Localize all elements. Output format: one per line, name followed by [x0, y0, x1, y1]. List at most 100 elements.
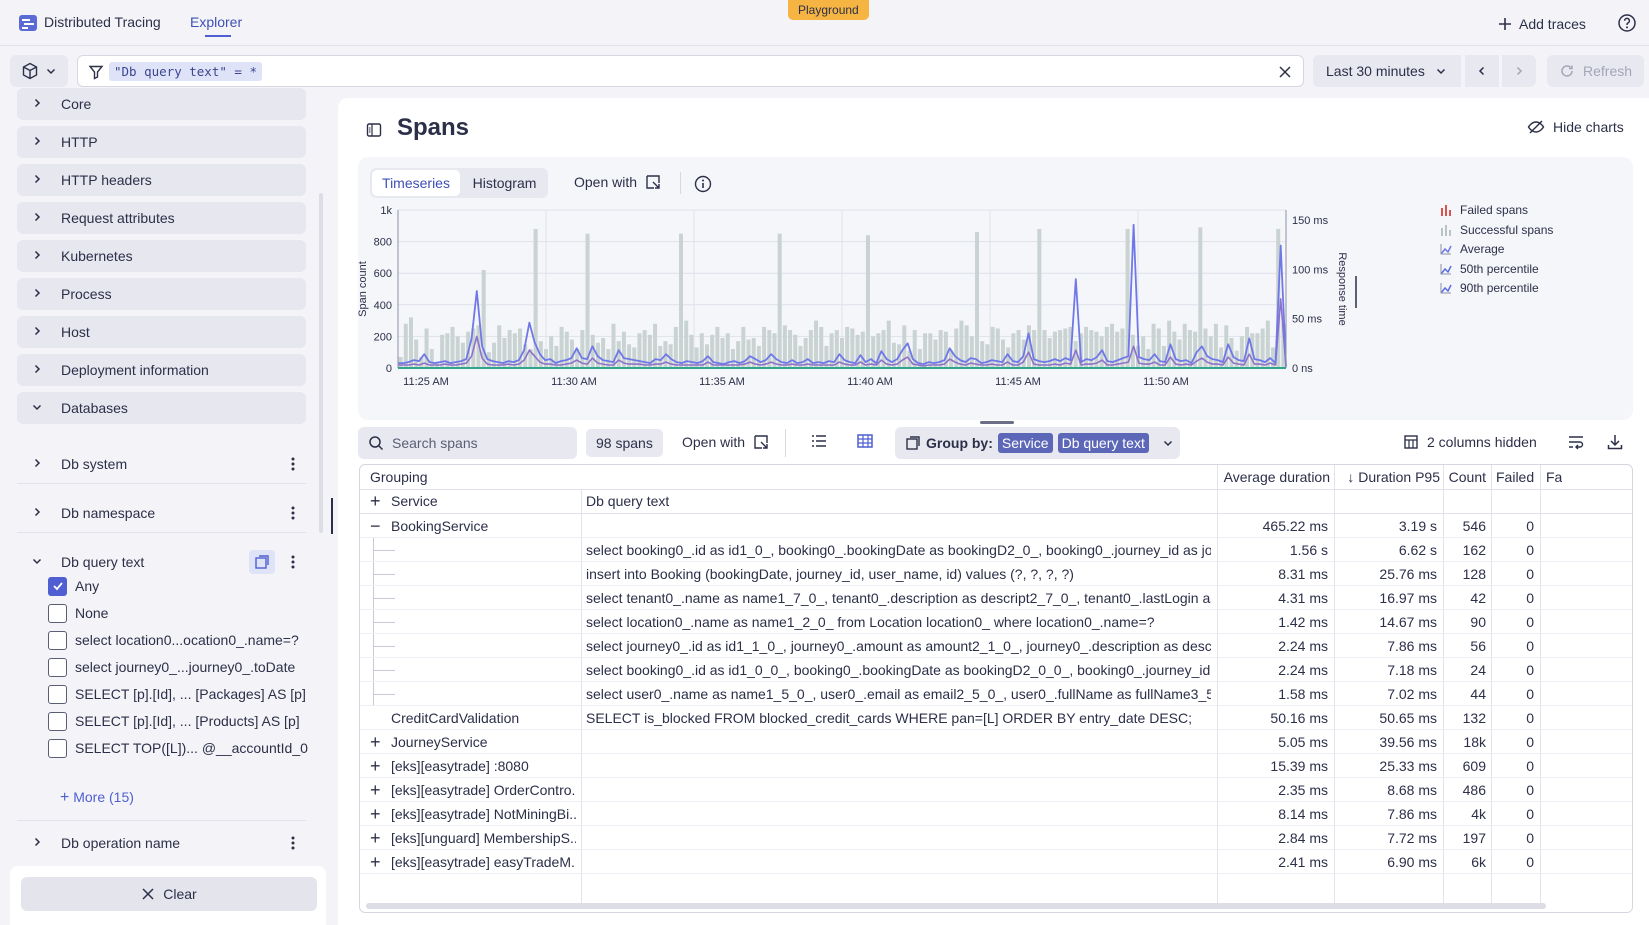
table-row[interactable]: select tenant0_.name as name1_7_0_, tena… — [360, 586, 1632, 610]
expand-icon[interactable]: + — [370, 754, 388, 778]
group-by-chip-service[interactable]: Service — [997, 433, 1053, 453]
table-row[interactable]: select booking0_.id as id1_0_, booking0_… — [360, 538, 1632, 562]
legend-item[interactable]: Successful spans — [1440, 223, 1553, 237]
expand-icon[interactable]: + — [370, 730, 388, 754]
column-header-fa[interactable]: Fa — [1546, 465, 1562, 490]
db-query-option[interactable]: Any — [48, 574, 99, 598]
legend-item[interactable]: Average — [1440, 242, 1504, 256]
table-row[interactable]: CreditCardValidation SELECT is_blocked FR… — [360, 706, 1632, 730]
table-row[interactable]: + JourneyService 5.05 ms 39.56 ms 18k 0 — [360, 730, 1632, 754]
db-query-option[interactable]: SELECT [p].[Id], ... [Products] AS [p] — [48, 709, 300, 733]
next-timeframe-button[interactable] — [1502, 55, 1536, 87]
db-query-option[interactable]: SELECT TOP([L])... @__accountId_0 — [48, 736, 308, 760]
tab-explorer[interactable]: Explorer — [190, 14, 242, 30]
column-header-db-query-text[interactable]: Db query text — [586, 489, 669, 514]
close-icon[interactable] — [1277, 64, 1293, 80]
expand-icon[interactable]: + — [370, 850, 388, 874]
checkbox[interactable] — [48, 711, 67, 731]
table-row[interactable]: − BookingService 465.22 ms 3.19 s 546 0 — [360, 514, 1632, 538]
table-row[interactable]: + [eks][unguard] MembershipS... 2.84 ms 7.7… — [360, 826, 1632, 850]
column-header-count[interactable]: Count — [1446, 465, 1486, 490]
expand-icon[interactable]: + — [370, 802, 388, 826]
filter-field[interactable]: "Db query text" = * — [77, 55, 1304, 87]
table-row[interactable]: select booking0_.id as id1_0_0_, booking… — [360, 658, 1632, 682]
column-header-average-duration[interactable]: Average duration — [1218, 465, 1330, 490]
expand-icon[interactable]: + — [370, 778, 388, 802]
table-row[interactable]: select journey0_.id as id1_1_0_, journey… — [360, 634, 1632, 658]
search-spans-box[interactable] — [358, 427, 577, 459]
toggle-sidebar-icon[interactable] — [366, 122, 382, 138]
facet-db-system[interactable]: Db system — [17, 444, 306, 484]
db-query-option[interactable]: select location0...ocation0_.name=? — [48, 628, 299, 652]
add-traces-button[interactable]: Add traces — [1497, 13, 1586, 35]
facet-group-request-attributes[interactable]: Request attributes — [17, 202, 306, 234]
facet-group-core[interactable]: Core — [17, 88, 306, 120]
db-query-option[interactable]: None — [48, 601, 108, 625]
table-view-icon[interactable] — [856, 432, 874, 450]
column-header-failed[interactable]: Failed — [1496, 465, 1534, 490]
more-options-icon[interactable] — [289, 835, 297, 851]
facet-group-kubernetes[interactable]: Kubernetes — [17, 240, 306, 272]
legend-item[interactable]: 50th percentile — [1440, 262, 1539, 276]
filter-query-chip[interactable]: "Db query text" = * — [109, 62, 262, 81]
group-by-chip-db-query-text[interactable]: Db query text — [1057, 433, 1149, 453]
column-header-duration-p95[interactable]: ↓ Duration P95 — [1336, 465, 1440, 490]
table-row[interactable]: select user0_.name as name1_5_0_, user0_… — [360, 682, 1632, 706]
more-options-icon[interactable] — [289, 505, 297, 521]
table-row[interactable]: + [eks][easytrade] :8080 15.39 ms 25.33 ms 6… — [360, 754, 1632, 778]
help-icon[interactable] — [1617, 13, 1637, 33]
facet-group-databases[interactable]: Databases — [17, 392, 306, 424]
sidebar-scrollbar[interactable] — [319, 193, 323, 533]
legend-item[interactable]: Failed spans — [1440, 203, 1528, 217]
facet-group-http[interactable]: HTTP — [17, 126, 306, 158]
open-with-button[interactable]: Open with — [574, 174, 661, 190]
checkbox[interactable] — [48, 630, 67, 650]
checkbox[interactable] — [48, 684, 67, 704]
tab-timeseries[interactable]: Timeseries — [372, 170, 460, 196]
facet-db-operation-name[interactable]: Db operation name — [17, 823, 306, 863]
group-by-selector[interactable]: Group by: Service Db query text — [895, 427, 1180, 459]
timeframe-selector[interactable]: Last 30 minutes — [1313, 55, 1461, 87]
clear-filters-button[interactable]: Clear — [21, 877, 317, 911]
split-by-button[interactable] — [249, 550, 275, 574]
sidebar-resize-handle[interactable] — [331, 498, 333, 534]
hide-charts-button[interactable]: Hide charts — [1527, 118, 1624, 136]
db-query-option[interactable]: SELECT [p].[Id], ... [Packages] AS [p] — [48, 682, 306, 706]
facet-group-deployment-information[interactable]: Deployment information — [17, 354, 306, 386]
refresh-button[interactable]: Refresh — [1547, 55, 1644, 87]
table-row[interactable]: + [eks][easytrade] easyTradeM... 2.41 ms 6.… — [360, 850, 1632, 874]
more-options-icon[interactable] — [289, 456, 297, 472]
info-icon[interactable] — [694, 175, 712, 193]
facet-db-namespace[interactable]: Db namespace — [17, 493, 306, 533]
facet-group-http-headers[interactable]: HTTP headers — [17, 164, 306, 196]
db-query-option[interactable]: select journey0_...journey0_.toDate — [48, 655, 295, 679]
columns-hidden-button[interactable]: 2 columns hidden — [1403, 434, 1537, 450]
table-row[interactable]: select location0_.name as name1_2_0_ fro… — [360, 610, 1632, 634]
table-row[interactable]: + [eks][easytrade] NotMiningBi... 8.14 ms 7… — [360, 802, 1632, 826]
checkbox[interactable] — [48, 738, 67, 758]
spans-timeseries-chart[interactable]: 1k 800 600 400 200 0 11:25 AM 11:30 AM 11:35 AM 1… — [358, 206, 1438, 406]
checkbox[interactable] — [48, 657, 67, 677]
line-wrap-icon[interactable] — [1567, 433, 1585, 451]
list-view-icon[interactable] — [810, 432, 828, 450]
add-group-icon[interactable]: + — [370, 489, 390, 514]
table-row[interactable]: + [eks][easytrade] OrderContro... 2.35 ms 8… — [360, 778, 1632, 802]
download-icon[interactable] — [1606, 433, 1624, 451]
facet-group-host[interactable]: Host — [17, 316, 306, 348]
expand-icon[interactable]: + — [370, 826, 388, 850]
facet-group-process[interactable]: Process — [17, 278, 306, 310]
previous-timeframe-button[interactable] — [1465, 55, 1499, 87]
more-options-icon[interactable] — [289, 554, 297, 570]
table-horizontal-scrollbar[interactable] — [366, 903, 1546, 909]
app-name[interactable]: Distributed Tracing — [44, 14, 161, 30]
chart-resize-handle[interactable] — [980, 421, 1014, 424]
segment-selector-button[interactable] — [10, 55, 68, 87]
search-spans-input[interactable] — [392, 427, 572, 459]
open-with-table-button[interactable]: Open with — [682, 434, 769, 450]
legend-item[interactable]: 90th percentile — [1440, 281, 1539, 295]
column-header-service[interactable]: Service — [391, 489, 438, 514]
checkbox[interactable] — [48, 576, 67, 596]
table-row[interactable]: insert into Booking (bookingDate, journe… — [360, 562, 1632, 586]
more-values-link[interactable]: + More (15) — [60, 789, 134, 807]
tab-histogram[interactable]: Histogram — [463, 170, 546, 196]
